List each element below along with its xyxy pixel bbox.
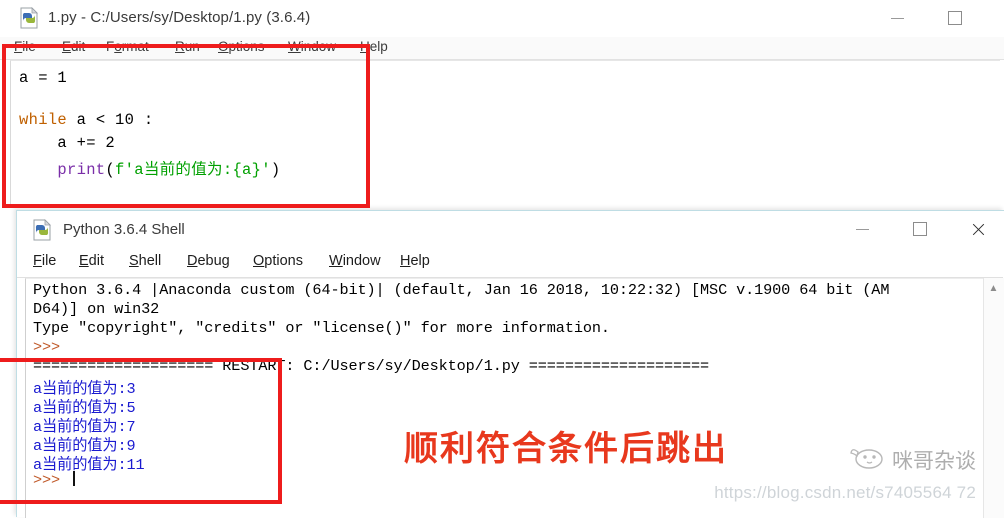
idle-editor-window: 1.py - C:/Users/sy/Desktop/1.py (3.6.4) … bbox=[0, 0, 1004, 215]
minimize-icon bbox=[890, 17, 904, 19]
shell-vertical-scrollbar[interactable]: ▲ bbox=[983, 278, 1004, 518]
shell-line: >>> bbox=[33, 338, 70, 356]
python-file-icon bbox=[18, 7, 40, 29]
menu-item-edit[interactable]: Edit bbox=[62, 39, 85, 54]
menu-item-run[interactable]: Run bbox=[175, 39, 200, 54]
editor-title-bar: 1.py - C:/Users/sy/Desktop/1.py (3.6.4) bbox=[0, 0, 1004, 38]
editor-code-area[interactable]: a = 1 while a < 10 : a += 2 print(f'a当前的值… bbox=[10, 60, 1000, 208]
menu-item-help[interactable]: Help bbox=[360, 39, 388, 54]
chevron-up-icon[interactable]: ▲ bbox=[984, 278, 1003, 298]
shell-menu-bar: File Edit Shell Debug Options Window Help bbox=[17, 249, 1003, 278]
menu-item-help[interactable]: Help bbox=[400, 253, 430, 269]
menu-item-options[interactable]: Options bbox=[218, 39, 265, 54]
shell-line: ==================== RESTART: C:/Users/s… bbox=[33, 357, 710, 375]
editor-minimize-button[interactable] bbox=[874, 0, 920, 36]
menu-item-options[interactable]: Options bbox=[253, 253, 303, 269]
code-line: while a < 10 : bbox=[19, 111, 154, 129]
shell-close-button[interactable] bbox=[955, 211, 1001, 247]
text-caret bbox=[73, 471, 76, 486]
editor-menu-bar: File Edit Format Run Options Window Help bbox=[0, 37, 1004, 60]
cat-logo-icon bbox=[849, 446, 885, 475]
code-line: a = 1 bbox=[19, 69, 68, 87]
editor-maximize-button[interactable] bbox=[932, 0, 978, 36]
maximize-icon bbox=[913, 222, 927, 236]
menu-item-debug[interactable]: Debug bbox=[187, 253, 230, 269]
menu-item-file[interactable]: File bbox=[33, 253, 56, 269]
shell-maximize-button[interactable] bbox=[897, 211, 943, 247]
minimize-icon bbox=[855, 228, 869, 230]
python-shell-icon bbox=[31, 219, 53, 241]
menu-item-file[interactable]: File bbox=[14, 39, 36, 54]
shell-line: Python 3.6.4 |Anaconda custom (64-bit)| … bbox=[33, 281, 890, 299]
maximize-icon bbox=[948, 11, 962, 25]
menu-item-shell[interactable]: Shell bbox=[129, 253, 161, 269]
shell-minimize-button[interactable] bbox=[839, 211, 885, 247]
menu-item-window[interactable]: Window bbox=[288, 39, 336, 54]
shell-line: Type "copyright", "credits" or "license(… bbox=[33, 319, 610, 337]
shell-title-label: Python 3.6.4 Shell bbox=[63, 221, 185, 238]
annotation-note: 顺利符合条件后跳出 bbox=[404, 429, 728, 469]
watermark-logo-text: 咪哥杂谈 bbox=[892, 449, 976, 473]
watermark-logo: 咪哥杂谈 bbox=[849, 445, 976, 475]
editor-title-label: 1.py - C:/Users/sy/Desktop/1.py (3.6.4) bbox=[48, 9, 311, 26]
code-line: print(f'a当前的值为:{a}') bbox=[57, 161, 281, 179]
shell-line: D64)] on win32 bbox=[33, 300, 160, 318]
shell-title-bar: Python 3.6.4 Shell bbox=[17, 211, 1003, 249]
watermark-url: https://blog.csdn.net/s7405564 72 bbox=[714, 483, 976, 502]
shell-line: >>> bbox=[33, 471, 76, 489]
close-icon bbox=[971, 222, 986, 237]
menu-item-edit[interactable]: Edit bbox=[79, 253, 104, 269]
menu-item-window[interactable]: Window bbox=[329, 253, 381, 269]
code-line: a += 2 bbox=[19, 134, 116, 152]
menu-item-format[interactable]: Format bbox=[106, 39, 149, 54]
shell-output-area[interactable]: Python 3.6.4 |Anaconda custom (64-bit)| … bbox=[25, 278, 983, 518]
